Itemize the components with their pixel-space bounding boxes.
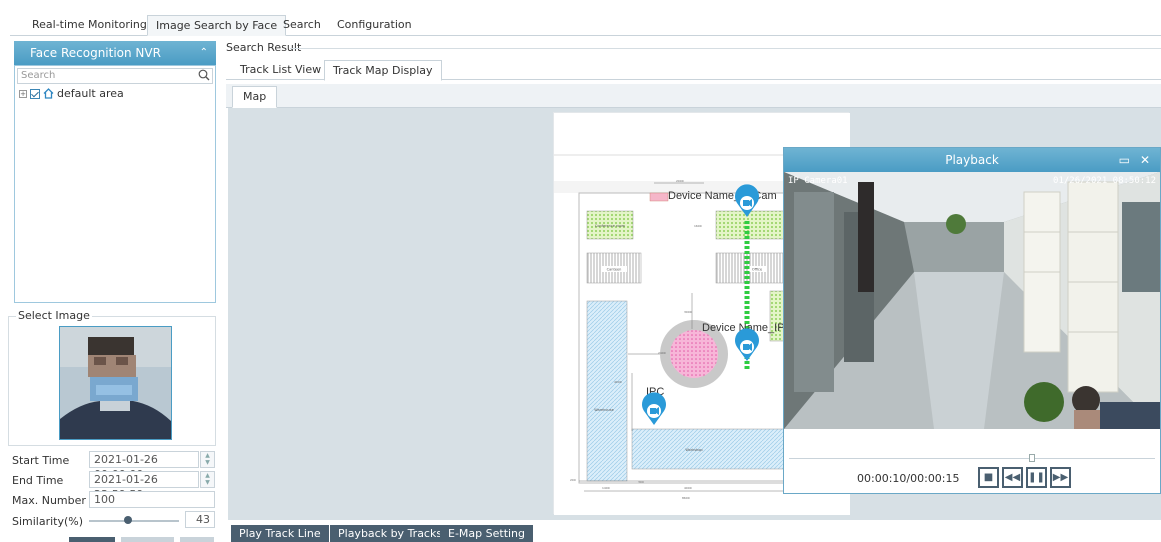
camera-name-osd: IP Camera01 <box>788 176 848 186</box>
dimension-label: 3000 <box>684 310 692 314</box>
dimension-label: 2400 <box>658 351 666 355</box>
device-tree: Search + default area <box>14 65 216 303</box>
dimension-label: 8600 <box>682 496 690 500</box>
select-image-label: Select Image <box>16 309 92 322</box>
device-panel-header: Face Recognition NVR ⌃ <box>14 41 216 65</box>
playback-title-bar[interactable]: Playback ▭ ✕ <box>784 148 1160 172</box>
pause-button[interactable]: ❚❚ <box>1026 467 1047 488</box>
datetime-osd: 01/26/2021 08:50:12 <box>1053 176 1156 186</box>
device-panel-title: Face Recognition NVR <box>30 46 161 60</box>
home-icon <box>43 88 54 99</box>
stop-icon: ■ <box>983 472 994 483</box>
tab-configuration[interactable]: Configuration <box>329 15 420 36</box>
start-time-spinner[interactable]: ▲ ▼ <box>200 451 215 468</box>
rewind-button[interactable]: ◀◀ <box>1002 467 1023 488</box>
tab-search[interactable]: Search <box>275 15 329 36</box>
end-time-spinner[interactable]: ▲ ▼ <box>200 471 215 488</box>
dimension-label: 1400 <box>602 486 610 490</box>
room-label-office: Office <box>752 268 762 272</box>
collapse-icon[interactable]: ⌃ <box>200 41 208 65</box>
max-number-field[interactable]: 100 <box>89 491 215 508</box>
playback-progress-track[interactable] <box>789 458 1155 462</box>
similarity-value-field[interactable]: 43 <box>185 511 215 528</box>
start-time-field[interactable]: 2021-01-26 00:00:00 <box>89 451 199 481</box>
playback-progress-handle[interactable] <box>1029 454 1035 462</box>
search-button[interactable] <box>69 537 115 542</box>
tree-item-label: default area <box>57 87 124 100</box>
dimension-label: 4000 <box>614 380 622 384</box>
dimension-label: 2000 <box>676 179 684 183</box>
playback-video[interactable]: IP Camera01 01/26/2021 08:50:12 <box>784 172 1160 429</box>
tab-track-map-display[interactable]: Track Map Display <box>324 60 442 81</box>
end-time-field[interactable]: 2021-01-26 23:59:59 <box>89 471 199 501</box>
fast-forward-icon: ▶▶ <box>1052 472 1069 483</box>
device-label-ip-cam: Device Name_IP Cam <box>668 190 777 202</box>
search-input[interactable]: Search <box>17 68 213 84</box>
room-label-canteen: Canteen <box>607 268 622 272</box>
checkbox[interactable] <box>30 88 40 99</box>
expand-icon[interactable]: + <box>19 89 27 98</box>
dimension-label: 4000 <box>684 486 692 490</box>
e-map-setting-button[interactable]: E-Map Setting <box>440 525 534 542</box>
tab-real-time-monitoring[interactable]: Real-time Monitoring <box>24 15 155 36</box>
end-time-label: End Time <box>12 474 64 487</box>
rewind-icon: ◀◀ <box>1004 472 1021 483</box>
max-number-label: Max. Number <box>12 494 86 507</box>
main-tab-bar: Real-time Monitoring Image Search by Fac… <box>10 10 1161 36</box>
selected-face-image[interactable] <box>59 326 172 440</box>
similarity-label: Similarity(%) <box>12 515 84 528</box>
pause-icon: ❚❚ <box>1028 472 1045 483</box>
playback-by-tracks-button[interactable]: Playback by Tracks <box>330 525 451 542</box>
play-track-line-button[interactable]: Play Track Line <box>231 525 329 542</box>
room-label-workshop: Workshop <box>685 448 703 452</box>
tab-image-search-by-face[interactable]: Image Search by Face <box>147 15 287 36</box>
tab-track-list-view[interactable]: Track List View <box>232 60 329 81</box>
similarity-slider-handle[interactable] <box>124 516 132 524</box>
playback-window: Playback ▭ ✕ IP Camera01 01/26/2021 08:5… <box>783 147 1161 494</box>
corridor-video-frame <box>784 172 1160 429</box>
tab-map[interactable]: Map <box>232 86 278 108</box>
similarity-slider-track[interactable] <box>89 520 179 522</box>
start-time-label: Start Time <box>12 454 70 467</box>
search-icon[interactable] <box>198 69 210 81</box>
playback-title: Playback <box>945 153 999 167</box>
room-label-conference: Conference room <box>595 224 626 228</box>
stop-button[interactable]: ■ <box>978 467 999 488</box>
divider <box>290 48 1161 49</box>
playback-time: 00:00:10/00:00:15 <box>857 472 960 485</box>
tree-item-default-area[interactable]: + default area <box>19 87 124 100</box>
map-tab-bar: Map <box>226 84 1161 108</box>
result-tab-bar: Track List View Track Map Display <box>226 56 1161 81</box>
room-label-warehouse: Warehouse <box>594 408 613 412</box>
reset-button[interactable] <box>121 537 174 542</box>
maximize-icon[interactable]: ▭ <box>1119 148 1130 172</box>
dimension-label: 1600 <box>694 224 702 228</box>
export-button[interactable] <box>180 537 214 542</box>
fast-forward-button[interactable]: ▶▶ <box>1050 467 1071 488</box>
dimension-label: 200 <box>570 478 576 482</box>
face-photo <box>60 327 171 439</box>
close-icon[interactable]: ✕ <box>1140 148 1150 172</box>
dimension-label: 300 <box>638 480 644 484</box>
